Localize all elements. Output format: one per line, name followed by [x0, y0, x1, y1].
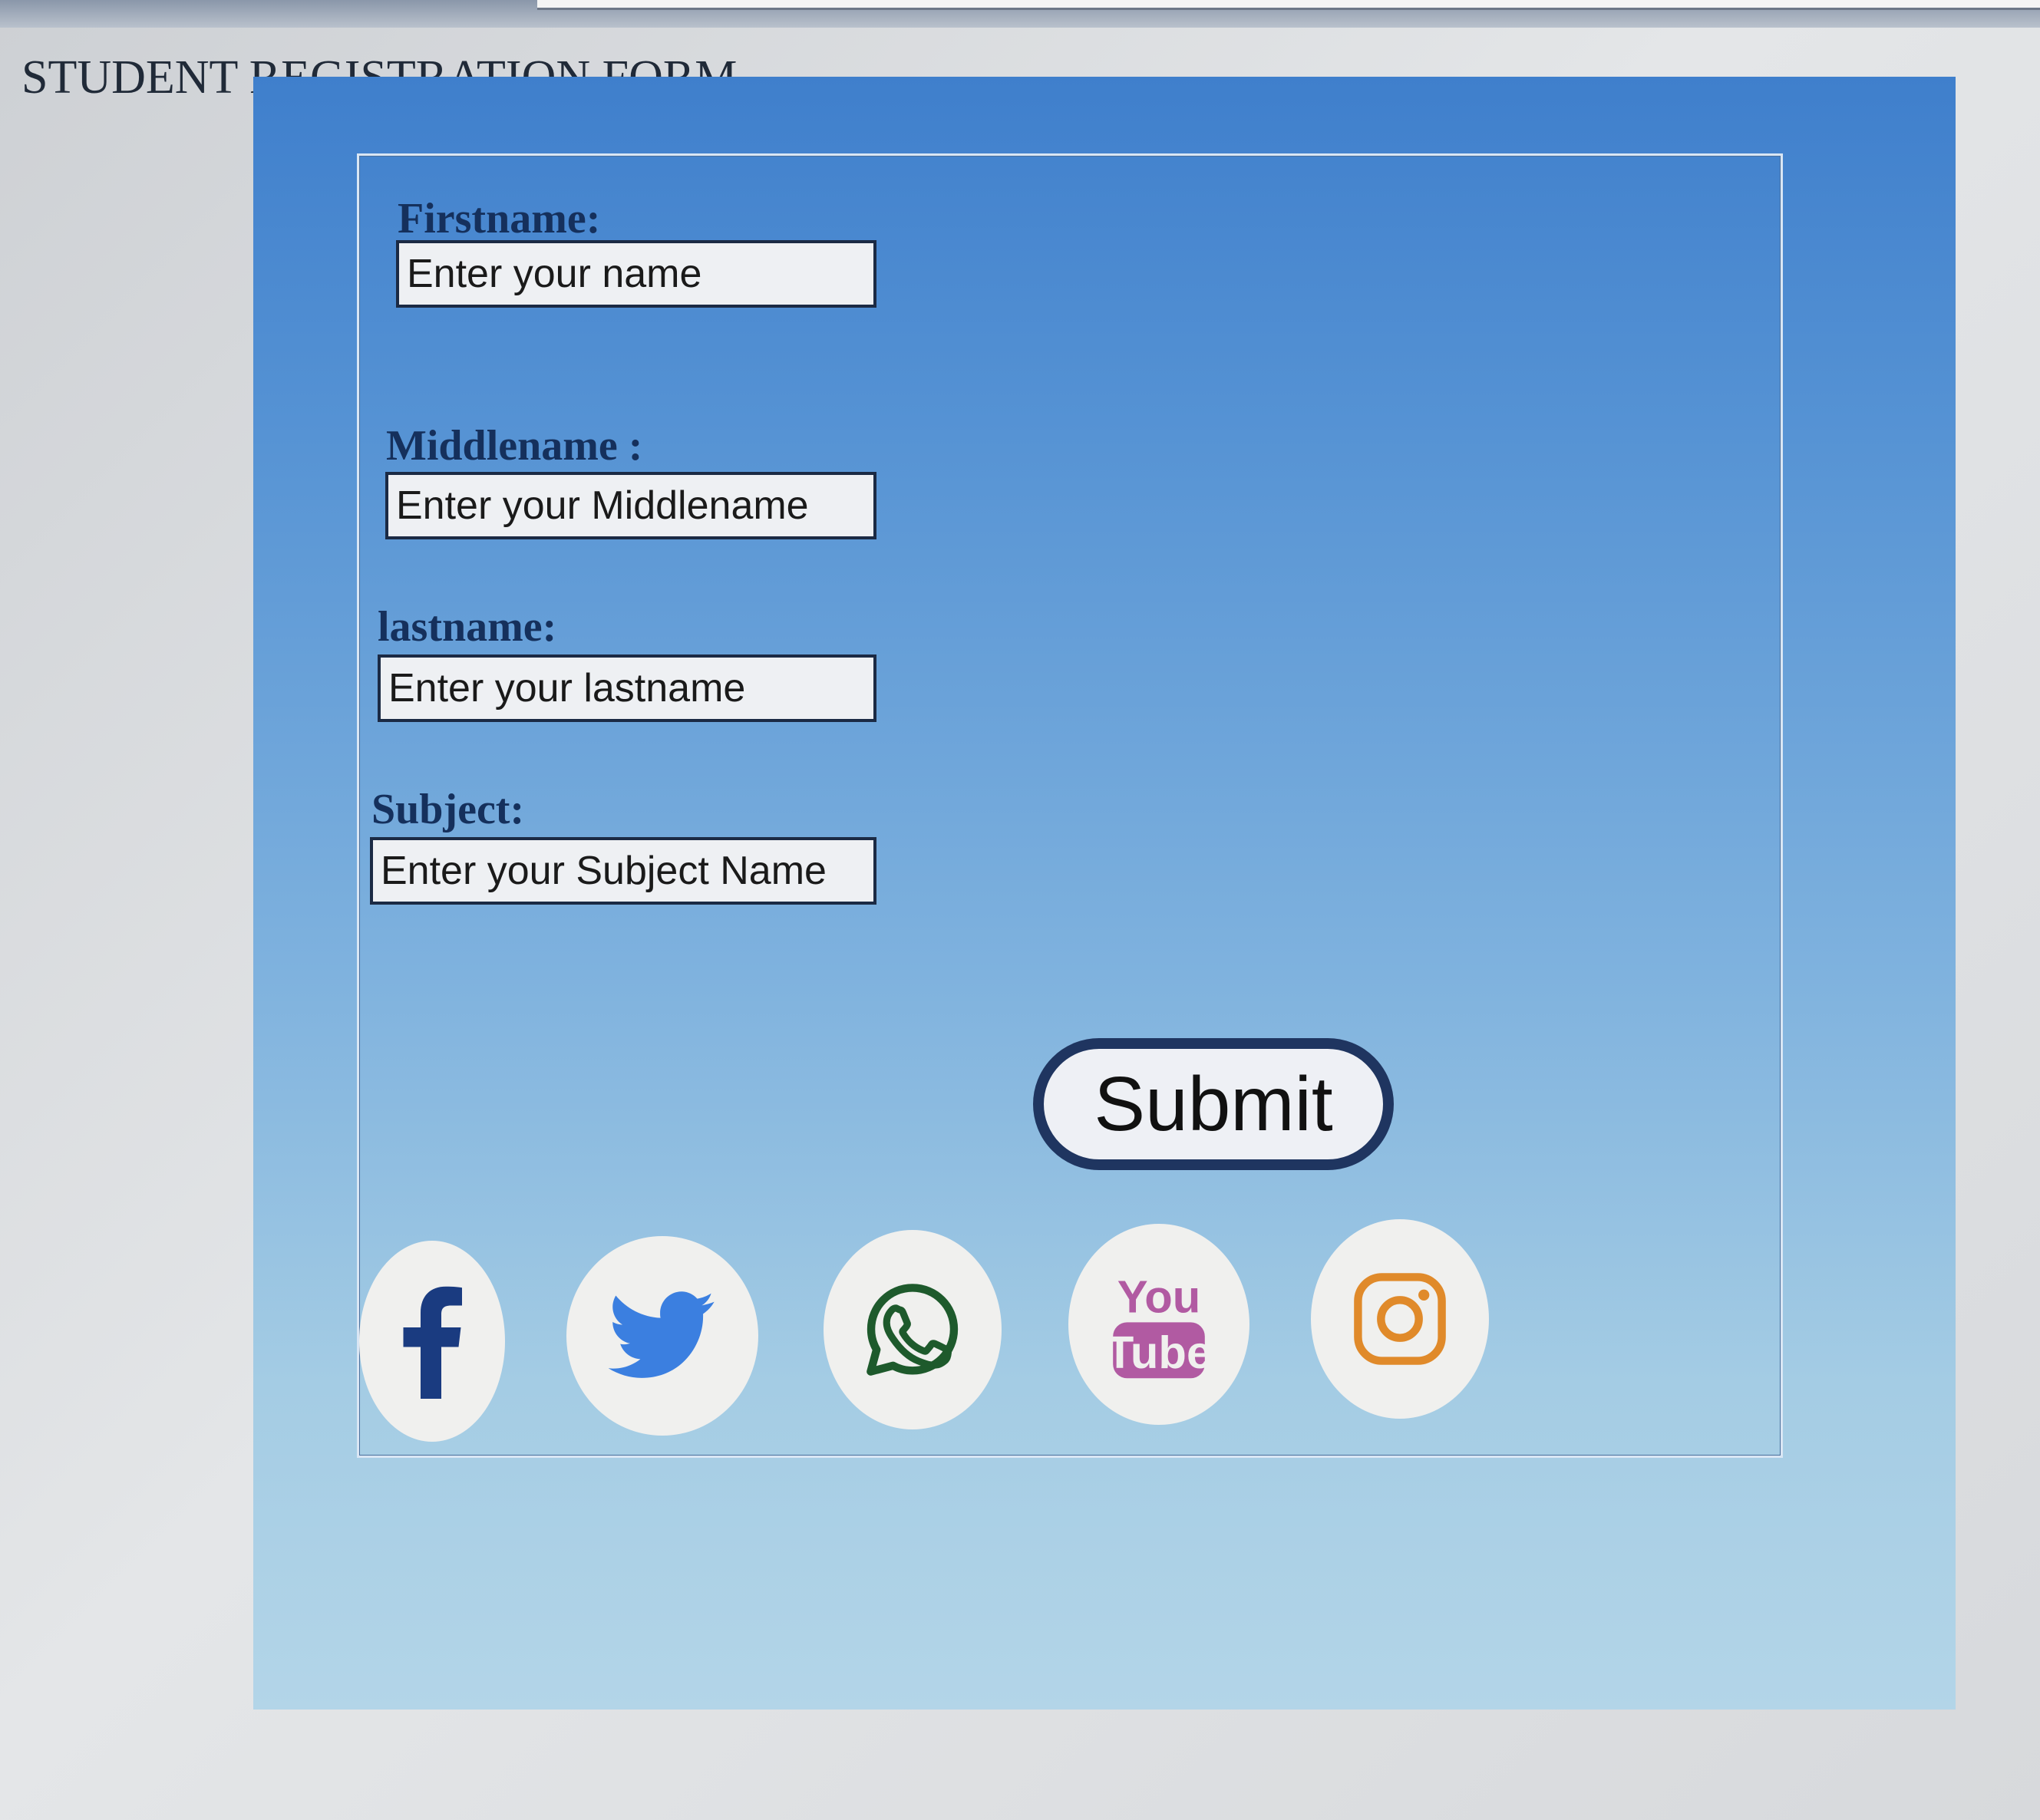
youtube-text-bottom: Tube	[1109, 1327, 1209, 1378]
twitter-button[interactable]	[566, 1236, 758, 1436]
facebook-icon	[403, 1286, 462, 1399]
middlename-input[interactable]	[385, 472, 876, 539]
firstname-label: Firstname:	[398, 195, 601, 242]
submit-button[interactable]: Submit	[1033, 1038, 1394, 1170]
whatsapp-icon	[867, 1284, 959, 1376]
instagram-icon	[1354, 1273, 1446, 1365]
whatsapp-button[interactable]	[824, 1230, 1002, 1429]
middlename-label: Middlename :	[386, 422, 643, 470]
facebook-button[interactable]	[359, 1241, 505, 1442]
lastname-input[interactable]	[378, 654, 876, 722]
subject-input[interactable]	[370, 837, 876, 905]
youtube-button[interactable]: You Tube	[1068, 1224, 1249, 1425]
youtube-text-top: You	[1117, 1271, 1201, 1322]
youtube-icon: You Tube	[1109, 1271, 1209, 1379]
browser-top-strip	[0, 0, 2040, 28]
twitter-icon	[609, 1291, 715, 1378]
form-panel: Firstname: Middlename : lastname: Subjec…	[253, 77, 1956, 1710]
lastname-label: lastname:	[378, 603, 557, 651]
instagram-button[interactable]	[1311, 1219, 1489, 1419]
browser-tab[interactable]	[537, 0, 2040, 10]
form-fieldset: Firstname: Middlename : lastname: Subjec…	[357, 153, 1783, 1458]
firstname-input[interactable]	[396, 240, 876, 308]
subject-label: Subject:	[371, 786, 525, 833]
